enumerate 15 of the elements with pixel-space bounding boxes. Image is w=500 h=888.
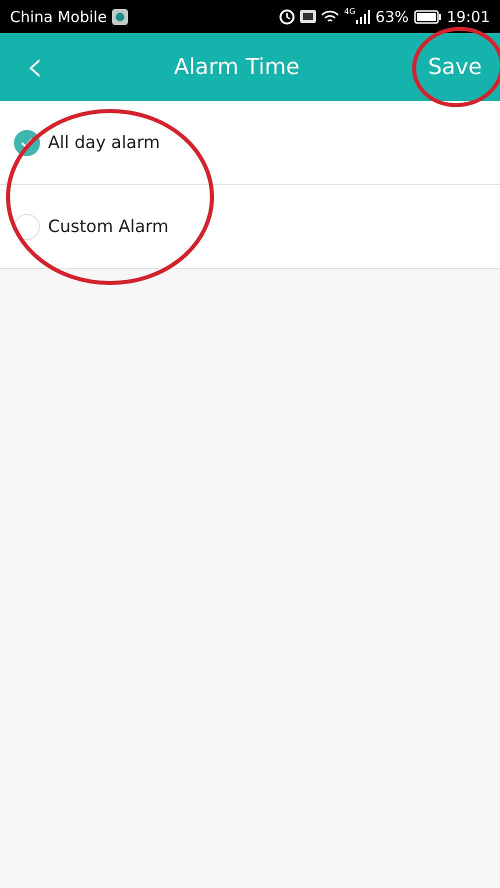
app-icon [112,8,128,24]
clock: 19:01 [446,8,490,26]
screen-title: Alarm Time [174,54,300,80]
option-row[interactable]: Custom Alarm [0,185,500,269]
battery-icon [414,10,442,24]
network-label: 4G [344,7,356,16]
option-label: All day alarm [48,132,160,152]
check-icon [20,136,34,148]
option-row[interactable]: All day alarm [0,101,500,185]
signal-icon [356,10,370,24]
carrier-name: China Mobile [10,8,107,26]
wifi-icon [321,10,340,24]
option-label: Custom Alarm [48,216,169,236]
alarm-icon [279,8,296,24]
battery-percent: 63% [375,8,409,26]
